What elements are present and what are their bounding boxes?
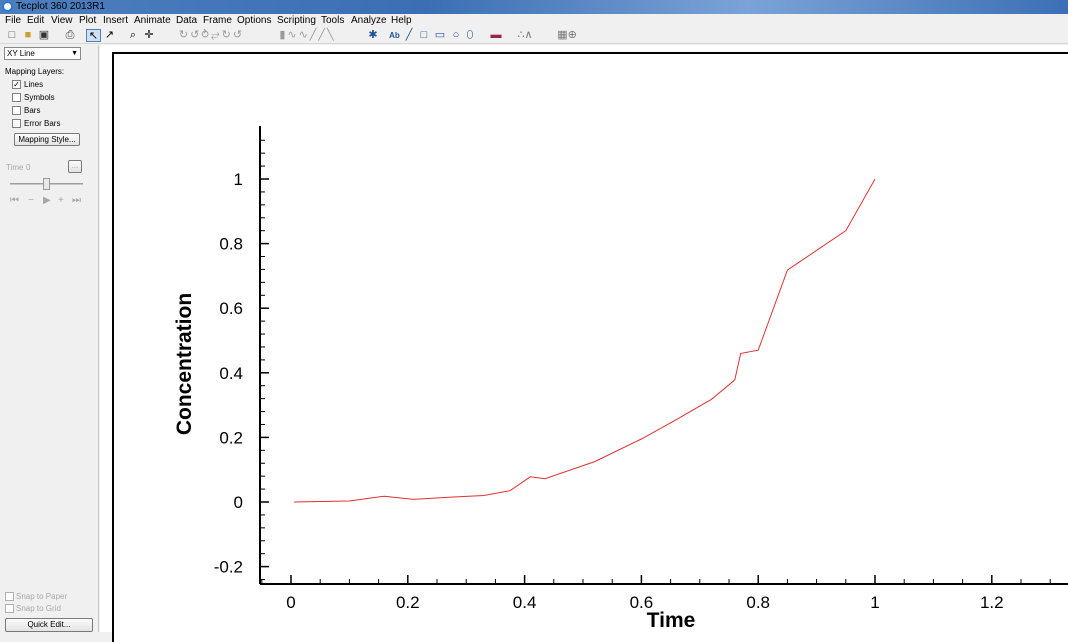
workspace[interactable]: -0.2 0 0.2 0.4 0.6 0.8 1 0 0.2 0.4 0.6 0.8 1 1.2 Time…: [100, 45, 1068, 642]
y-tick-label: 0.6: [219, 299, 243, 318]
time-label: Time: [6, 163, 24, 172]
selector-arrow-icon[interactable]: ↖: [86, 29, 101, 42]
x-tick-label: 1: [870, 593, 879, 612]
menu-scripting[interactable]: Scripting: [277, 15, 316, 26]
probe-icon[interactable]: ✱: [367, 29, 379, 42]
menu-tools[interactable]: Tools: [321, 15, 344, 26]
bars-label: Bars: [24, 106, 41, 115]
quick-edit-button[interactable]: Quick Edit...: [5, 618, 93, 632]
title-bar: Tecplot 360 2013R1: [0, 0, 1068, 14]
x-tick-label: 1.2: [980, 593, 1004, 612]
snap-to-grid-checkbox[interactable]: [5, 604, 14, 613]
y-tick-label: 0.8: [219, 235, 243, 254]
menu-insert[interactable]: Insert: [103, 15, 128, 26]
time-options-button[interactable]: ...: [68, 160, 82, 173]
menu-animate[interactable]: Animate: [134, 15, 171, 26]
frame-icon[interactable]: ▬: [490, 29, 502, 42]
time-value: 0: [26, 163, 31, 172]
polyline-icon[interactable]: ╱: [403, 29, 415, 42]
square-icon[interactable]: ▭: [433, 29, 447, 42]
menu-file[interactable]: File: [5, 15, 21, 26]
step-forward-icon[interactable]: +: [58, 195, 64, 206]
menu-view[interactable]: View: [51, 15, 73, 26]
save-icon[interactable]: ▣: [38, 29, 50, 42]
snap-to-paper-label: Snap to Paper: [16, 592, 68, 601]
y-tick-label: -0.2: [214, 558, 243, 577]
menu-edit[interactable]: Edit: [27, 15, 44, 26]
menu-plot[interactable]: Plot: [79, 15, 96, 26]
error-bars-label: Error Bars: [24, 119, 61, 128]
bars-checkbox[interactable]: [12, 106, 21, 115]
concentration-series-line: [293, 178, 876, 503]
toolbar: □ ■ ▣ ⎙ ↖ ↗ ⌕ ✛ ↻↺⥁⥂↻↺ ▮∿∿╱╱╲ ✱ Ab ╱ □ ▭…: [0, 28, 1068, 44]
error-bars-checkbox[interactable]: [12, 119, 21, 128]
menu-analyze[interactable]: Analyze: [351, 15, 387, 26]
x-tick-label: 0.8: [746, 593, 770, 612]
x-tick-label: 0.2: [396, 593, 420, 612]
open-folder-icon[interactable]: ■: [22, 29, 34, 42]
xy-line-plot: -0.200.20.40.60.810 0.2 0.4 0.6 0.8 1 1.2 Time…: [173, 126, 1068, 632]
menu-frame[interactable]: Frame: [203, 15, 232, 26]
adjustor-icon[interactable]: ↗: [103, 29, 116, 42]
grid-tools-icon[interactable]: ▦⊕: [553, 29, 581, 42]
x-tick-label: 0: [286, 593, 295, 612]
y-tick-label: 1: [234, 170, 243, 189]
probe-tools-icons: ▮∿∿╱╱╲: [279, 29, 336, 41]
circle-icon[interactable]: ○: [450, 29, 462, 42]
step-back-icon[interactable]: −: [28, 195, 34, 206]
ellipse-icon[interactable]: ⬯: [465, 29, 475, 42]
zoom-icon[interactable]: ⌕: [127, 29, 139, 42]
snap-to-grid-label: Snap to Grid: [16, 604, 61, 613]
plot-type-value: XY Line: [7, 49, 35, 58]
new-file-icon[interactable]: □: [6, 29, 18, 42]
mapping-layers-label: Mapping Layers:: [5, 67, 65, 76]
translate-icon[interactable]: ✛: [143, 29, 155, 42]
plot-type-select[interactable]: XY Line ▼: [4, 47, 81, 60]
y-tick-label: 0.4: [219, 364, 243, 383]
extract-points-icon[interactable]: ∴∧: [512, 29, 538, 42]
rectangle-icon[interactable]: □: [418, 29, 430, 42]
lines-checkbox[interactable]: ✓: [12, 80, 21, 89]
plot-frame[interactable]: -0.2 0 0.2 0.4 0.6 0.8 1 0 0.2 0.4 0.6 0.8 1 1.2 Time…: [112, 52, 1068, 642]
y-tick-label: 0: [234, 493, 243, 512]
rotate-tools-icons: ↻↺⥁⥂↻↺: [178, 29, 245, 41]
x-tick-label: 0.4: [513, 593, 537, 612]
menu-data[interactable]: Data: [176, 15, 197, 26]
time-slider-thumb[interactable]: [43, 178, 50, 190]
window-title: Tecplot 360 2013R1: [16, 1, 105, 12]
symbols-checkbox[interactable]: [12, 93, 21, 102]
skip-to-end-icon[interactable]: ⏭: [72, 195, 81, 206]
print-icon[interactable]: ⎙: [64, 29, 76, 42]
skip-to-start-icon[interactable]: ⏮: [10, 195, 19, 206]
menu-help[interactable]: Help: [391, 15, 412, 26]
y-tick-label: 0.2: [219, 428, 243, 447]
snap-to-paper-checkbox[interactable]: [5, 592, 14, 601]
play-icon[interactable]: ▶: [43, 195, 51, 206]
chevron-down-icon: ▼: [71, 50, 78, 57]
text-tool-icon[interactable]: Ab: [388, 29, 401, 42]
symbols-label: Symbols: [24, 93, 55, 102]
menu-options[interactable]: Options: [237, 15, 271, 26]
sidebar: XY Line ▼ Mapping Layers: ✓ Lines Symbol…: [0, 45, 99, 632]
menu-bar: File Edit View Plot Insert Animate Data …: [0, 14, 1068, 28]
x-axis-label: Time: [647, 609, 696, 632]
lines-label: Lines: [24, 80, 44, 89]
app-icon: [2, 1, 13, 12]
y-axis-label: Concentration: [173, 293, 196, 435]
mapping-style-button[interactable]: Mapping Style...: [14, 133, 80, 146]
